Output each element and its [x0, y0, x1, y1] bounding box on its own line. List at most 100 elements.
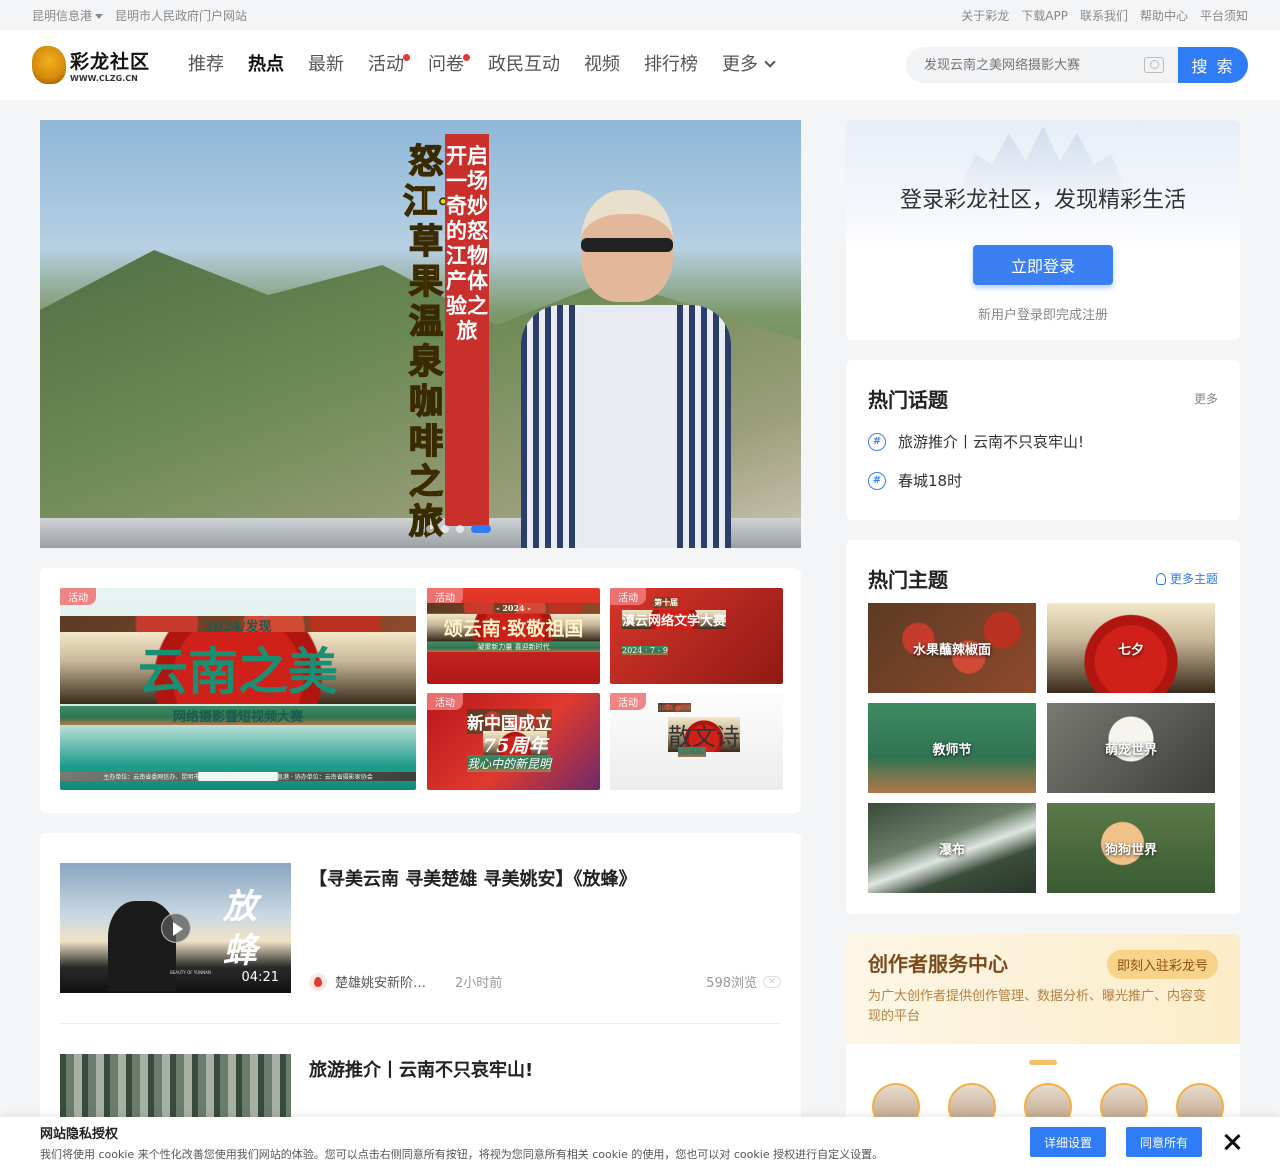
site-logo[interactable]: 彩龙社区 WWW.CLZG.CN — [32, 43, 156, 87]
cookie-settings-button[interactable]: 详细设置 — [1029, 1127, 1106, 1157]
help-link[interactable]: 帮助中心 — [1140, 7, 1188, 24]
hero-carousel[interactable]: 怒江·草果温泉咖啡之旅 开启一场奇妙的怒江物产体验之旅 — [40, 120, 801, 548]
play-icon[interactable] — [161, 913, 191, 943]
theme-tile[interactable]: 教师节 — [868, 703, 1036, 793]
gov-portal-link[interactable]: 昆明市人民政府门户网站 — [115, 7, 247, 24]
post-time: 2小时前 — [455, 976, 503, 991]
creator-description: 为广大创作者提供创作管理、数据分析、曝光推广、内容变现的平台 — [868, 989, 1207, 1024]
video-duration: 04:21 — [241, 970, 279, 985]
logo-domain: WWW.CLZG.CN — [70, 74, 138, 83]
activities-panel: 活动 2024/发现 云南之美 网络摄影暨短视频大赛 主办单位：云南省委网信办、… — [40, 568, 801, 813]
close-icon[interactable] — [1224, 1134, 1240, 1150]
list-item[interactable]: 放蜂 BEAUTY OF YUNNAN 04:21 【寻美云南 寻美楚雄 寻美姚… — [60, 863, 781, 1024]
chevron-down-icon — [764, 56, 776, 68]
about-link[interactable]: 关于彩龙 — [961, 7, 1009, 24]
nav-ranking[interactable]: 排行榜 — [632, 30, 710, 100]
caret-down-icon — [95, 13, 104, 19]
cookie-title: 网站隐私授权 — [40, 1126, 119, 1142]
login-card: 登录彩龙社区，发现精彩生活 立即登录 新用户登录即完成注册 — [846, 120, 1240, 340]
theme-tile[interactable]: 水果蘸辣椒面 — [868, 603, 1036, 693]
notification-dot — [403, 54, 410, 61]
dragon-logo-icon — [32, 46, 66, 84]
post-title[interactable]: 旅游推介丨云南不只哀牢山! — [309, 1056, 781, 1082]
nav-video[interactable]: 视频 — [572, 30, 632, 100]
banner-person — [521, 190, 731, 548]
nav-activities[interactable]: 活动 — [356, 30, 416, 100]
section-title: 热门主题 — [868, 568, 948, 592]
post-views: 598浏览 — [706, 976, 757, 991]
carousel-dot[interactable] — [426, 525, 434, 533]
activity-tag: 活动 — [427, 693, 463, 710]
article-feed: 放蜂 BEAUTY OF YUNNAN 04:21 【寻美云南 寻美楚雄 寻美姚… — [40, 833, 801, 1133]
thumbnail-caption: BEAUTY OF YUNNAN — [170, 970, 211, 975]
carousel-dot[interactable] — [456, 525, 464, 533]
camera-icon[interactable] — [1144, 57, 1164, 73]
hashtag-icon: # — [868, 432, 886, 451]
activity-card-photo-contest[interactable]: 活动 2024/发现 云南之美 网络摄影暨短视频大赛 主办单位：云南省委网信办、… — [60, 588, 416, 790]
search-input[interactable] — [924, 57, 1144, 73]
rules-link[interactable]: 平台须知 — [1200, 7, 1248, 24]
carousel-dots — [426, 525, 491, 533]
post-author[interactable]: 楚雄姚安新阶层人士 — [335, 972, 435, 991]
login-title: 登录彩龙社区，发现精彩生活 — [899, 188, 1186, 213]
join-creator-button[interactable]: 即刻入驻彩龙号 — [1106, 950, 1218, 979]
activity-card-praise-yunnan[interactable]: 活动 - 2024 - 颂云南·致敬祖国 凝聚新力量 喜迎新时代 — [427, 588, 600, 684]
section-title: 热门话题 — [868, 388, 948, 412]
download-app-link[interactable]: 下载APP — [1021, 7, 1068, 24]
search-bar: 搜 索 — [906, 47, 1248, 83]
topic-item[interactable]: # 春城18时 — [868, 470, 1218, 491]
logo-text: 彩龙社区 — [70, 51, 151, 73]
contact-link[interactable]: 联系我们 — [1080, 7, 1128, 24]
search-button[interactable]: 搜 索 — [1178, 47, 1248, 83]
nav-gov-interaction[interactable]: 政民互动 — [476, 30, 572, 100]
nav-recommend[interactable]: 推荐 — [176, 30, 236, 100]
creator-avatars — [846, 1065, 1240, 1124]
carousel-dot[interactable] — [441, 525, 449, 533]
carousel-dot-active[interactable] — [471, 525, 491, 533]
activity-card-literature-contest[interactable]: 活动 第十届 滇云网络文学大赛 2024 · 7 - 9 — [610, 588, 783, 684]
more-topics-link[interactable]: 更多 — [1194, 390, 1218, 407]
more-themes-link[interactable]: 更多主题 — [1155, 570, 1218, 587]
theme-tile[interactable]: 狗狗世界 — [1047, 803, 1215, 893]
cookie-accept-button[interactable]: 同意所有 — [1125, 1127, 1202, 1157]
author-avatar-icon[interactable] — [309, 972, 327, 991]
nav-survey[interactable]: 问卷 — [416, 30, 476, 100]
topbar-right: 关于彩龙 下载APP 联系我们 帮助中心 平台须知 — [961, 7, 1248, 24]
topic-item[interactable]: # 旅游推介丨云南不只哀牢山! — [868, 431, 1218, 452]
topbar-left: 昆明信息港 昆明市人民政府门户网站 — [32, 7, 247, 24]
hot-topics-card: 热门话题 更多 # 旅游推介丨云南不只哀牢山! # 春城18时 — [846, 360, 1240, 520]
video-thumbnail[interactable]: 放蜂 BEAUTY OF YUNNAN 04:21 — [60, 863, 291, 993]
login-button[interactable]: 立即登录 — [973, 245, 1113, 285]
bulb-icon — [1155, 572, 1166, 585]
nav-more[interactable]: 更多 — [710, 30, 786, 100]
cookie-consent-bar: 网站隐私授权 我们将使用 cookie 来个性化改善您使用我们网站的体验。您可以… — [0, 1117, 1280, 1167]
main-header: 彩龙社区 WWW.CLZG.CN 推荐 热点 最新 活动 问卷 政民互动 视频 … — [0, 30, 1280, 100]
activity-card-75th-anniversary[interactable]: 活动 新中国成立 75周年 我心中的新昆明 — [427, 693, 600, 790]
site-switcher[interactable]: 昆明信息港 — [32, 7, 104, 24]
login-hint: 新用户登录即完成注册 — [977, 308, 1108, 323]
thumbnail-title: 放蜂 — [223, 887, 257, 971]
theme-tile[interactable]: 瀑布 — [868, 803, 1036, 893]
main-nav: 推荐 热点 最新 活动 问卷 政民互动 视频 排行榜 更多 — [176, 30, 786, 100]
post-meta: 楚雄姚安新阶层人士 2小时前 598浏览 ✕ — [309, 972, 781, 993]
activity-tag: 活动 — [610, 693, 646, 710]
activity-tag: 活动 — [610, 588, 646, 605]
nav-latest[interactable]: 最新 — [296, 30, 356, 100]
post-title[interactable]: 【寻美云南 寻美楚雄 寻美姚安】《放蜂》 — [309, 865, 781, 891]
main-column: 怒江·草果温泉咖啡之旅 开启一场奇妙的怒江物产体验之旅 活动 2024/发现 云… — [40, 120, 801, 1133]
theme-tile[interactable]: 萌宠世界 — [1047, 703, 1215, 793]
dislike-icon[interactable]: ✕ — [763, 975, 781, 988]
cookie-description: 我们将使用 cookie 来个性化改善您使用我们网站的体验。您可以点击右侧同意所… — [40, 1147, 884, 1161]
activity-tag: 活动 — [60, 588, 96, 605]
sidebar: 登录彩龙社区，发现精彩生活 立即登录 新用户登录即完成注册 热门话题 更多 # … — [846, 120, 1240, 1124]
hot-themes-card: 热门主题 更多主题 水果蘸辣椒面 七夕 教师节 萌宠世界 瀑布 狗狗世界 — [846, 540, 1240, 914]
nav-hot[interactable]: 热点 — [236, 30, 296, 100]
notification-dot — [463, 54, 470, 61]
theme-tile[interactable]: 七夕 — [1047, 603, 1215, 693]
hashtag-icon: # — [868, 471, 886, 490]
themes-grid: 水果蘸辣椒面 七夕 教师节 萌宠世界 瀑布 狗狗世界 — [868, 603, 1218, 893]
banner-subtitle: 开启一场奇妙的怒江物产体验之旅 — [445, 134, 489, 526]
creator-center-card: 创作者服务中心 即刻入驻彩龙号 为广大创作者提供创作管理、数据分析、曝光推广、内… — [846, 934, 1240, 1124]
activity-card-prose-poetry[interactable]: 活动 2024 · 网络 散文诗 网络大赛 — [610, 693, 783, 790]
top-utility-bar: 昆明信息港 昆明市人民政府门户网站 关于彩龙 下载APP 联系我们 帮助中心 平… — [0, 0, 1280, 30]
